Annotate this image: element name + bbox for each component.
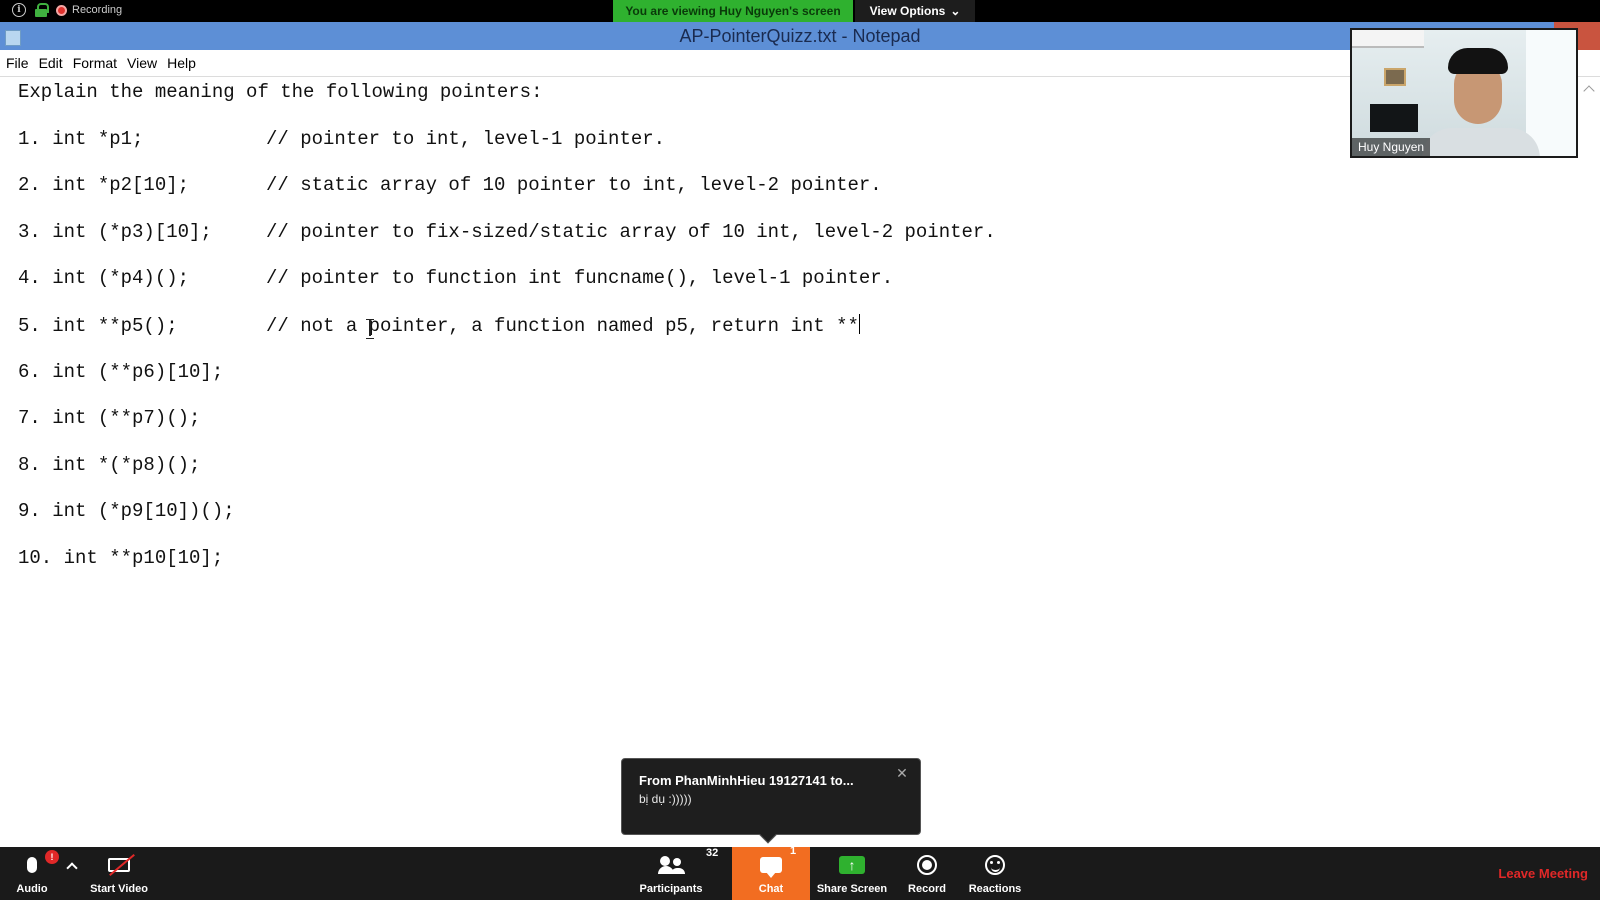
line-comment: // pointer to function int funcname(), l… [266, 267, 894, 290]
view-options-label: View Options [869, 4, 946, 18]
chevron-down-icon: ⌄ [950, 4, 961, 18]
recording-indicator[interactable]: Recording [56, 4, 122, 16]
start-video-button[interactable]: Start Video [84, 847, 154, 900]
chat-unread-count: 1 [790, 845, 797, 857]
audio-label: Audio [16, 883, 48, 895]
recording-label: Recording [72, 4, 123, 16]
notepad-icon [5, 30, 21, 46]
air-conditioner [1352, 30, 1424, 48]
line-comment: // not a pointer, a function named p5, r… [266, 314, 859, 337]
text-line-3: 3. int (*p3)[10]; // pointer to fix-sized… [18, 221, 996, 268]
line-code: 1. int *p1; [18, 127, 144, 150]
leave-meeting-button[interactable]: Leave Meeting [1498, 866, 1588, 881]
start-video-label: Start Video [90, 883, 148, 895]
record-button[interactable]: Record [902, 847, 952, 900]
video-glyph [108, 853, 135, 877]
screen: i Recording You are viewing Huy Nguyen's… [0, 0, 1600, 900]
view-options-button[interactable]: View Options ⌄ [855, 0, 975, 22]
participants-count: 32 [706, 847, 719, 859]
window-title: AP-PointerQuizz.txt - Notepad [679, 25, 921, 46]
chat-glyph: 1 [760, 845, 796, 878]
close-icon[interactable]: ✕ [894, 765, 910, 781]
reactions-glyph [985, 853, 1005, 877]
video-camera-off-icon [108, 853, 135, 877]
audio-options-chevron-icon[interactable] [66, 862, 78, 874]
line-comment: // static array of 10 pointer to int, le… [266, 174, 882, 197]
chat-button[interactable]: 1 Chat [732, 845, 810, 900]
line-code: 5. int **p5(); [18, 314, 178, 337]
text-content[interactable]: Explain the meaning of the following poi… [18, 81, 996, 594]
line-comment: // pointer to int, level-1 pointer. [266, 127, 666, 150]
text-line-9: 9. int (*p9[10])(); [18, 500, 996, 547]
line-code: 2. int *p2[10]; [18, 174, 190, 197]
text-line-6: 6. int (**p6)[10]; [18, 361, 996, 408]
line-code: 9. int (*p9[10])(); [18, 500, 235, 523]
slash-icon [109, 853, 135, 877]
text-line-2: 2. int *p2[10]; // static array of 10 poi… [18, 174, 996, 221]
smiley-icon [985, 855, 1005, 875]
person-body [1422, 128, 1540, 156]
menu-view[interactable]: View [127, 55, 157, 71]
menu-format[interactable]: Format [73, 55, 117, 71]
text-line-5: 5. int **p5(); // not a pointer, a functi… [18, 313, 996, 361]
line-code: 10. int **p10[10]; [18, 546, 224, 569]
participant-video[interactable]: Huy Nguyen [1350, 28, 1578, 158]
reactions-label: Reactions [968, 883, 1022, 895]
participants-glyph: 32 [658, 847, 718, 877]
line-code: 4. int (*p4)(); [18, 267, 190, 290]
audio-glyph: ! [27, 850, 59, 877]
text-caret [858, 313, 860, 334]
meeting-status: i Recording [12, 3, 122, 17]
chat-label: Chat [758, 883, 784, 895]
line-code: 8. int *(*p8)(); [18, 453, 201, 476]
person-hair [1448, 48, 1508, 74]
microphone-icon [27, 857, 37, 873]
lock-icon[interactable] [34, 3, 49, 17]
viewing-banner: You are viewing Huy Nguyen's screen [613, 0, 853, 22]
line-code: 3. int (*p3)[10]; [18, 220, 212, 243]
info-icon[interactable]: i [12, 3, 26, 17]
wall-clock [1384, 68, 1406, 86]
participant-person [1422, 48, 1540, 156]
text-line-8: 8. int *(*p8)(); [18, 454, 996, 501]
participant-name: Huy Nguyen [1352, 138, 1431, 156]
text-line-1: 1. int *p1; // pointer to int, level-1 po… [18, 128, 996, 175]
record-icon [917, 855, 937, 875]
record-dot-icon [56, 4, 67, 16]
menu-file[interactable]: File [6, 55, 29, 71]
participants-label: Participants [639, 883, 703, 895]
text-editor[interactable]: Explain the meaning of the following poi… [0, 76, 1600, 848]
vertical-scrollbar[interactable] [1580, 77, 1600, 848]
text-line-heading: Explain the meaning of the following poi… [18, 81, 543, 103]
chat-notification[interactable]: From PhanMinhHieu 19127141 to... bị dụ :… [621, 758, 921, 844]
text-line-7: 7. int (**p7)(); [18, 407, 996, 454]
meeting-toolbar: ! Audio Start Video 32 Participants 1 Ch… [0, 845, 1600, 900]
text-line-4: 4. int (*p4)(); // pointer to function in… [18, 267, 996, 314]
menu-help[interactable]: Help [167, 55, 196, 71]
scroll-up-icon[interactable] [1583, 85, 1595, 97]
participants-icon [658, 856, 684, 874]
share-screen-icon: ↑ [839, 856, 865, 874]
chat-bubble-icon [760, 857, 782, 878]
line-code: 6. int (**p6)[10]; [18, 360, 224, 383]
menu-edit[interactable]: Edit [39, 55, 63, 71]
reactions-button[interactable]: Reactions [966, 847, 1024, 900]
record-label: Record [908, 883, 946, 895]
chat-sender: From PhanMinhHieu 19127141 to... [639, 773, 854, 788]
audio-button[interactable]: ! Audio [10, 847, 59, 900]
line-comment: // pointer to fix-sized/static array of … [266, 220, 996, 243]
wall-tv [1370, 104, 1418, 132]
text-line-10: 10. int **p10[10]; [18, 547, 996, 594]
line-code: 7. int (**p7)(); [18, 407, 201, 430]
share-glyph: ↑ [839, 853, 865, 877]
participants-button[interactable]: 32 Participants [636, 847, 719, 900]
audio-alert-badge: ! [45, 850, 59, 864]
zoom-top-bar: i Recording You are viewing Huy Nguyen's… [0, 0, 1600, 22]
ibeam-cursor-icon [365, 319, 375, 339]
share-screen-button[interactable]: ↑ Share Screen [816, 847, 888, 900]
share-screen-label: Share Screen [816, 883, 888, 895]
record-glyph [917, 853, 937, 877]
chat-message: bị dụ :))))) [639, 792, 692, 806]
